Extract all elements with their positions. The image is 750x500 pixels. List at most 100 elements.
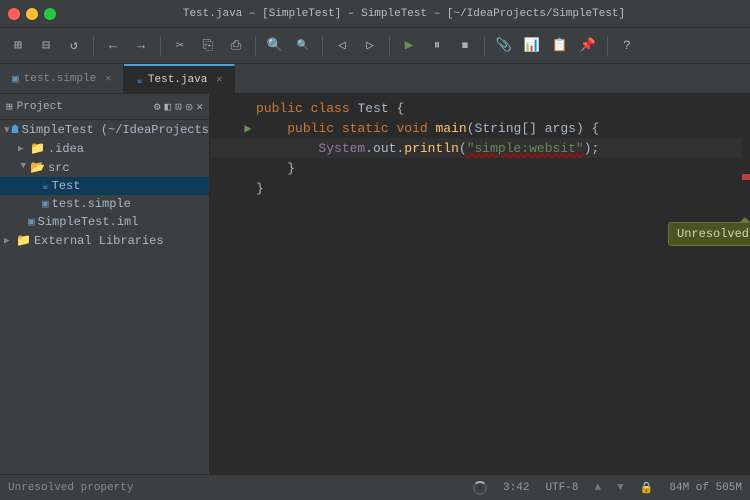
error-stripe xyxy=(742,94,750,474)
line-code-2[interactable]: public static void main(String[] args) { xyxy=(256,121,750,136)
toolbar-copy-btn[interactable]: ⎘ xyxy=(196,34,220,58)
sidebar-locate-icon[interactable]: ◎ xyxy=(186,100,193,114)
toolbar-find-usage-btn[interactable]: 🔍 xyxy=(291,34,315,58)
memory-indicator[interactable]: 84M of 505M xyxy=(669,482,742,494)
encoding-arrow-down: ▼ xyxy=(617,482,624,494)
toolbar-vcs-btn[interactable]: 📎 xyxy=(492,34,516,58)
toolbar-project-btn[interactable]: ⊞ xyxy=(6,34,30,58)
toolbar-separator-4 xyxy=(322,36,323,56)
tree-item-src[interactable]: ▶ 📂 src xyxy=(0,158,209,177)
toolbar-bookmark-btn[interactable]: 📌 xyxy=(576,34,600,58)
toolbar-separator-2 xyxy=(160,36,161,56)
tooltip-text: Unresolved property xyxy=(677,227,750,241)
line-code-3[interactable]: System.out.println("simple:websit"); xyxy=(256,141,750,156)
tab-java[interactable]: ☕ Test.java ✕ xyxy=(124,64,235,93)
toolbar-find-btn[interactable]: 🔍 xyxy=(263,34,287,58)
tab-bar: ▣ test.simple ✕ ☕ Test.java ✕ xyxy=(0,64,750,94)
line-code-4[interactable]: } xyxy=(256,161,750,176)
window-title: Test.java – [SimpleTest] – SimpleTest – … xyxy=(66,8,742,20)
tree-label-simpletest: SimpleTest (~/IdeaProjects/ xyxy=(22,123,210,137)
toolbar-sync-btn[interactable]: ⊟ xyxy=(34,34,58,58)
toolbar-run-btn[interactable]: ▶ xyxy=(397,34,421,58)
close-button[interactable] xyxy=(8,8,20,20)
tab-simple-close[interactable]: ✕ xyxy=(105,73,111,85)
toolbar-cut-btn[interactable]: ✂ xyxy=(168,34,192,58)
sidebar-header-label: Project xyxy=(17,101,63,113)
tree-label-idea: .idea xyxy=(48,142,84,156)
tree-item-external[interactable]: ▶ 📁 External Libraries xyxy=(0,231,209,250)
tree-item-iml[interactable]: ▣ SimpleTest.iml xyxy=(0,213,209,231)
toolbar-next-btn[interactable]: ▷ xyxy=(358,34,382,58)
editor-line-3: System.out.println("simple:websit"); xyxy=(210,138,750,158)
line-code-5[interactable]: } xyxy=(256,181,750,196)
sidebar-header: ⊞ Project ⚙ ◧ ⊡ ◎ ✕ xyxy=(0,94,209,120)
toolbar: ⊞ ⊟ ↺ ← → ✂ ⎘ ⎙ 🔍 🔍 ◁ ▷ ▶ ⏸ ⏹ 📎 📊 📋 📌 ? xyxy=(0,28,750,64)
tree-item-simpletest[interactable]: ▶ ☗ SimpleTest (~/IdeaProjects/ xyxy=(0,120,209,139)
line-gutter-2: ▶ xyxy=(240,121,256,136)
iml-icon: ▣ xyxy=(28,215,35,229)
tree-item-testsimple[interactable]: ▣ test.simple xyxy=(0,195,209,213)
window-controls xyxy=(8,8,56,20)
title-bar: Test.java – [SimpleTest] – SimpleTest – … xyxy=(0,0,750,28)
simple-icon: ▣ xyxy=(42,197,49,211)
toolbar-prev-btn[interactable]: ◁ xyxy=(330,34,354,58)
toolbar-back-btn[interactable]: ← xyxy=(101,34,125,58)
folder-src-icon: 📂 xyxy=(30,160,45,175)
encoding-arrow-up: ▲ xyxy=(594,482,601,494)
cursor-position[interactable]: 3:42 xyxy=(503,482,529,494)
simple-file-icon: ▣ xyxy=(12,72,19,86)
editor-line-2: ▶ public static void main(String[] args)… xyxy=(210,118,750,138)
module-icon: ☗ xyxy=(11,122,18,137)
tab-java-close[interactable]: ✕ xyxy=(216,74,222,86)
run-gutter-icon[interactable]: ▶ xyxy=(244,121,251,136)
toolbar-tasks-btn[interactable]: 📋 xyxy=(548,34,572,58)
folder-idea-icon: 📁 xyxy=(30,141,45,156)
tree-item-idea[interactable]: ▶ 📁 .idea xyxy=(0,139,209,158)
tab-java-label: Test.java xyxy=(148,74,207,86)
tooltip-unresolved: Unresolved property xyxy=(668,222,750,246)
toolbar-structure-btn[interactable]: 📊 xyxy=(520,34,544,58)
toolbar-separator-3 xyxy=(255,36,256,56)
toolbar-forward-btn[interactable]: → xyxy=(129,34,153,58)
maximize-button[interactable] xyxy=(44,8,56,20)
arrow-src: ▶ xyxy=(18,163,28,173)
status-bar: Unresolved property 3:42 UTF-8 ▲ ▼ 🔒 84M… xyxy=(0,474,750,500)
tree-label-test: Test xyxy=(52,179,81,193)
tree-label-src: src xyxy=(48,161,70,175)
sidebar-gear-icon[interactable]: ⚙ xyxy=(154,100,161,114)
editor-content: public class Test { ▶ public static void… xyxy=(210,94,750,202)
status-error-label: Unresolved property xyxy=(8,482,133,494)
sidebar: ⊞ Project ⚙ ◧ ⊡ ◎ ✕ ▶ ☗ SimpleTest (~/Id… xyxy=(0,94,210,474)
java-icon-test: ☕ xyxy=(42,179,49,193)
toolbar-refresh-btn[interactable]: ↺ xyxy=(62,34,86,58)
editor-line-5: } xyxy=(210,178,750,198)
tree-item-test[interactable]: ☕ Test xyxy=(0,177,209,195)
background-task-spinner xyxy=(473,481,487,495)
arrow-idea: ▶ xyxy=(18,144,28,154)
sidebar-collapse-icon[interactable]: ◧ xyxy=(165,100,172,114)
project-icon: ⊞ xyxy=(6,100,13,114)
java-file-icon: ☕ xyxy=(136,73,143,87)
arrow-simpletest: ▶ xyxy=(2,127,12,132)
minimize-button[interactable] xyxy=(26,8,38,20)
tab-simple[interactable]: ▣ test.simple ✕ xyxy=(0,64,124,93)
folder-external-icon: 📁 xyxy=(16,233,31,248)
sidebar-close-icon[interactable]: ✕ xyxy=(196,100,203,114)
arrow-external: ▶ xyxy=(4,236,14,246)
toolbar-separator-5 xyxy=(389,36,390,56)
main-layout: ⊞ Project ⚙ ◧ ⊡ ◎ ✕ ▶ ☗ SimpleTest (~/Id… xyxy=(0,94,750,474)
lock-icon: 🔒 xyxy=(640,481,654,495)
encoding[interactable]: UTF-8 xyxy=(545,482,578,494)
toolbar-separator-1 xyxy=(93,36,94,56)
toolbar-paste-btn[interactable]: ⎙ xyxy=(224,34,248,58)
tab-simple-label: test.simple xyxy=(24,73,97,85)
status-left: Unresolved property xyxy=(8,482,461,494)
toolbar-help-btn[interactable]: ? xyxy=(615,34,639,58)
toolbar-debug-btn[interactable]: ⏸ xyxy=(425,34,449,58)
line-code-1[interactable]: public class Test { xyxy=(256,101,750,116)
toolbar-separator-7 xyxy=(607,36,608,56)
toolbar-separator-6 xyxy=(484,36,485,56)
editor-area[interactable]: public class Test { ▶ public static void… xyxy=(210,94,750,474)
sidebar-expand-icon[interactable]: ⊡ xyxy=(175,100,182,114)
toolbar-stop-btn[interactable]: ⏹ xyxy=(453,34,477,58)
